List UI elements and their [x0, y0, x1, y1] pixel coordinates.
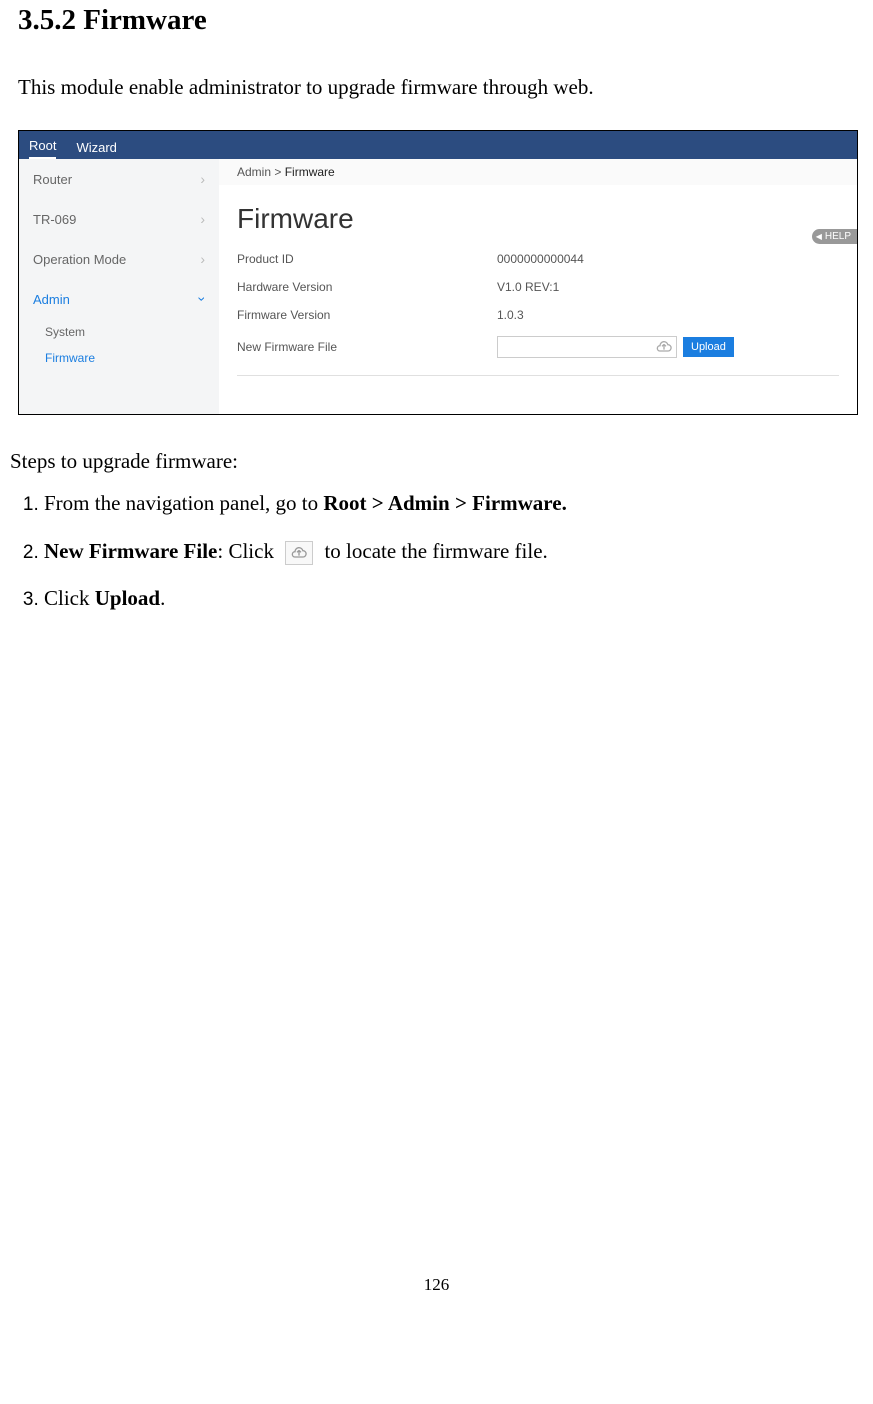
step-2-suffix: to locate the firmware file.	[319, 539, 548, 563]
help-button[interactable]: HELP	[812, 229, 857, 244]
steps-heading: Steps to upgrade firmware:	[10, 449, 863, 474]
intro-paragraph: This module enable administrator to upgr…	[18, 75, 863, 100]
breadcrumb-leaf: Firmware	[285, 165, 335, 179]
tab-wizard[interactable]: Wizard	[76, 140, 116, 159]
chevron-down-icon: ›	[195, 297, 211, 302]
sidebar-item-admin[interactable]: Admin ›	[19, 279, 219, 319]
upload-cloud-icon	[285, 541, 313, 565]
label-firmware-version: Firmware Version	[237, 308, 497, 322]
row-product-id: Product ID 0000000000044	[219, 245, 857, 273]
divider	[237, 375, 839, 376]
sidebar-item-tr069[interactable]: TR-069 ›	[19, 199, 219, 239]
row-firmware-version: Firmware Version 1.0.3	[219, 301, 857, 329]
step-1-text: From the navigation panel, go to	[44, 491, 323, 515]
step-1-path: Root > Admin > Firmware.	[323, 491, 566, 515]
chevron-right-icon: ›	[200, 211, 205, 227]
section-heading: 3.5.2 Firmware	[18, 4, 863, 37]
firmware-screenshot: Root Wizard Router › TR-069 › Operation …	[18, 130, 858, 415]
sidebar-item-router[interactable]: Router ›	[19, 159, 219, 199]
sidebar: Router › TR-069 › Operation Mode › Admin…	[19, 159, 219, 414]
chevron-right-icon: ›	[200, 251, 205, 267]
steps-list: From the navigation panel, go to Root > …	[44, 488, 863, 615]
upload-button[interactable]: Upload	[683, 337, 734, 357]
row-new-firmware-file: New Firmware File Upload	[219, 329, 857, 365]
value-product-id: 0000000000044	[497, 252, 584, 266]
sidebar-item-label: Router	[33, 172, 72, 187]
sidebar-item-operation-mode[interactable]: Operation Mode ›	[19, 239, 219, 279]
sidebar-subitem-firmware[interactable]: Firmware	[19, 345, 219, 371]
row-hardware-version: Hardware Version V1.0 REV:1	[219, 273, 857, 301]
step-1: From the navigation panel, go to Root > …	[44, 488, 863, 520]
step-3-prefix: Click	[44, 586, 95, 610]
page-title: Firmware	[219, 185, 857, 245]
step-3-bold: Upload	[95, 586, 160, 610]
sidebar-item-label: Admin	[33, 292, 70, 307]
label-product-id: Product ID	[237, 252, 497, 266]
page-number: 126	[10, 1275, 863, 1315]
step-2-mid: : Click	[217, 539, 279, 563]
value-hardware-version: V1.0 REV:1	[497, 280, 559, 294]
breadcrumb: Admin > Firmware	[219, 159, 857, 185]
tab-root[interactable]: Root	[29, 138, 56, 159]
sidebar-item-label: Operation Mode	[33, 252, 126, 267]
main-panel: Admin > Firmware Firmware HELP Product I…	[219, 159, 857, 414]
label-new-firmware-file: New Firmware File	[237, 340, 497, 354]
step-3-suffix: .	[160, 586, 165, 610]
chevron-right-icon: ›	[200, 171, 205, 187]
sidebar-subitem-system[interactable]: System	[19, 319, 219, 345]
file-input[interactable]	[497, 336, 677, 358]
label-hardware-version: Hardware Version	[237, 280, 497, 294]
topbar: Root Wizard	[19, 131, 857, 159]
upload-cloud-icon	[656, 339, 672, 355]
step-3: Click Upload.	[44, 583, 863, 615]
breadcrumb-parent: Admin >	[237, 165, 285, 179]
sidebar-item-label: TR-069	[33, 212, 76, 227]
step-2-label: New Firmware File	[44, 539, 217, 563]
step-2: New Firmware File: Click to locate the f…	[44, 536, 863, 568]
value-firmware-version: 1.0.3	[497, 308, 524, 322]
